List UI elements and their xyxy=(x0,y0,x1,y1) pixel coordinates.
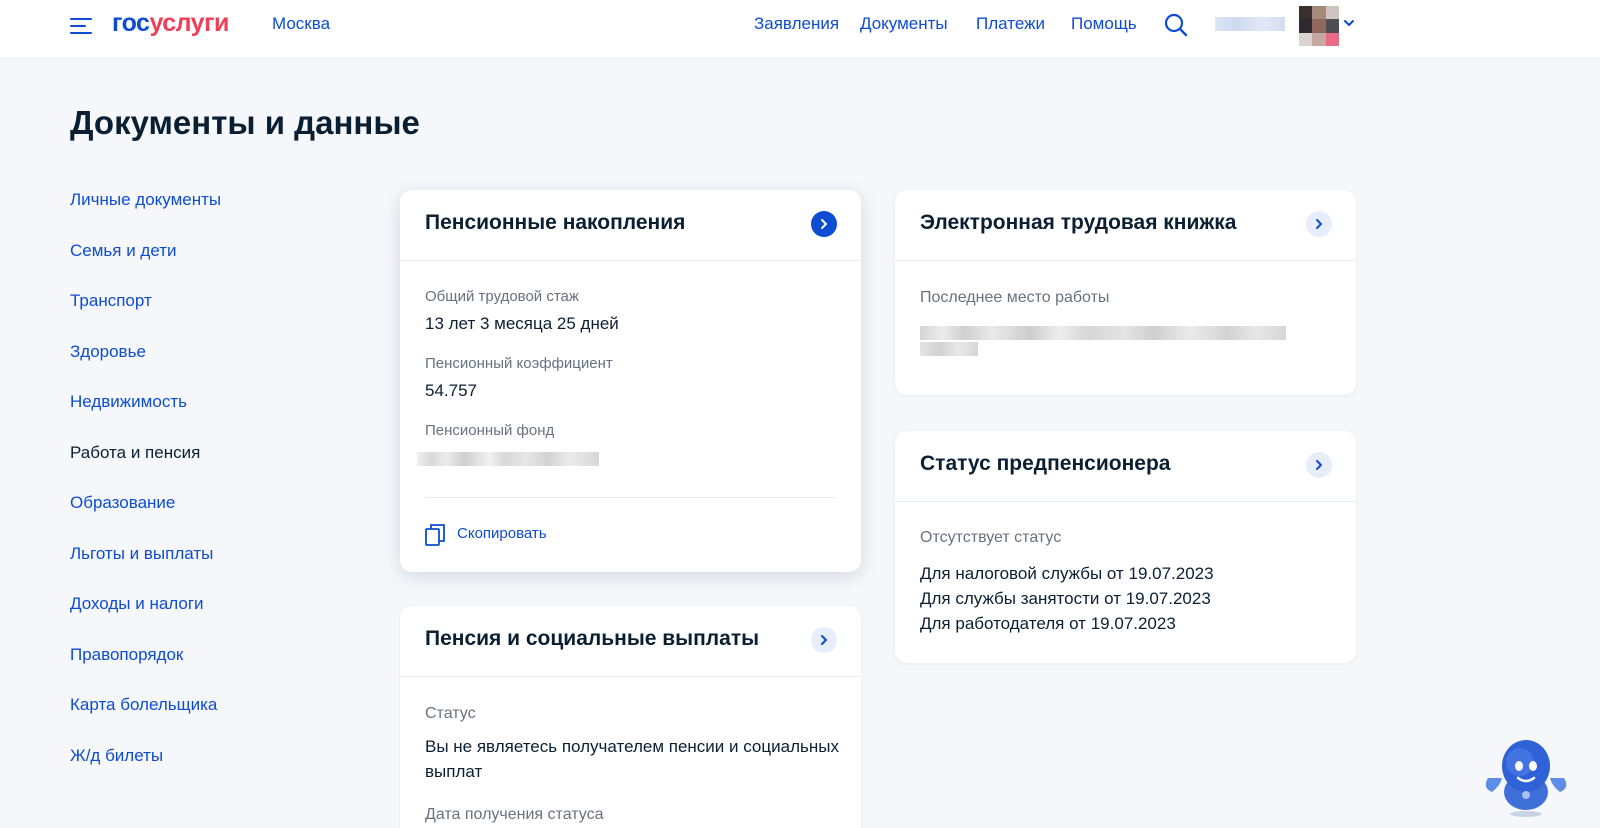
nav-payments[interactable]: Платежи xyxy=(976,14,1045,34)
card-divider xyxy=(425,497,836,498)
logo-part-gos: гос xyxy=(112,9,150,37)
last-job-label: Последнее место работы xyxy=(920,289,1110,306)
prepension-title: Статус предпенсионера xyxy=(920,452,1171,475)
work-book-header[interactable]: Электронная трудовая книжка xyxy=(895,190,1356,261)
search-icon[interactable] xyxy=(1163,12,1189,38)
pension-savings-title: Пенсионные накопления xyxy=(425,211,686,234)
last-job-redacted xyxy=(920,326,1286,340)
pension-payments-title: Пенсия и социальные выплаты xyxy=(425,627,760,650)
nav-documents[interactable]: Документы xyxy=(860,14,948,34)
prepension-status: Отсутствует статус xyxy=(920,529,1062,546)
sidebar-item-property[interactable]: Недвижимость xyxy=(70,392,187,412)
last-job-redacted-2 xyxy=(920,342,978,356)
sidebar-item-family[interactable]: Семья и дети xyxy=(70,241,177,261)
coefficient-value: 54.757 xyxy=(425,381,477,400)
prepension-line-employment: Для службы занятости от 19.07.2023 xyxy=(920,589,1211,608)
payments-status-value: Вы не являетесь получателем пенсии и соц… xyxy=(425,737,839,781)
user-name-redacted[interactable] xyxy=(1215,17,1285,31)
prepension-line-tax: Для налоговой службы от 19.07.2023 xyxy=(920,564,1214,583)
status-date-label: Дата получения статуса xyxy=(425,806,604,823)
prepension-header[interactable]: Статус предпенсионера xyxy=(895,431,1356,502)
sidebar-item-personal-documents[interactable]: Личные документы xyxy=(70,190,221,210)
sidebar-item-law[interactable]: Правопорядок xyxy=(70,645,183,665)
sidebar-item-train-tickets[interactable]: Ж/д билеты xyxy=(70,746,163,766)
logo-part-uslugi: услуги xyxy=(149,9,229,37)
fund-label: Пенсионный фонд xyxy=(425,422,555,439)
pension-payments-header[interactable]: Пенсия и социальные выплаты xyxy=(400,606,861,677)
fund-value-redacted xyxy=(417,452,599,466)
experience-value: 13 лет 3 месяца 25 дней xyxy=(425,314,619,333)
chevron-right-icon[interactable] xyxy=(811,627,837,653)
chevron-right-icon[interactable] xyxy=(811,211,837,237)
avatar[interactable] xyxy=(1299,6,1339,46)
payments-status-label: Статус xyxy=(425,705,476,722)
top-header: госуслуги Москва Заявления Документы Пла… xyxy=(0,0,1600,58)
copy-icon xyxy=(425,524,445,546)
sidebar-item-benefits[interactable]: Льготы и выплаты xyxy=(70,544,213,564)
chevron-right-icon[interactable] xyxy=(1306,452,1332,478)
assistant-robot-icon[interactable] xyxy=(1480,728,1572,820)
sidebar-item-income-taxes[interactable]: Доходы и налоги xyxy=(70,594,204,614)
experience-label: Общий трудовой стаж xyxy=(425,288,579,305)
chevron-down-icon[interactable] xyxy=(1343,16,1355,30)
work-book-title: Электронная трудовая книжка xyxy=(920,211,1237,234)
prepension-line-employer: Для работодателя от 19.07.2023 xyxy=(920,614,1176,633)
sidebar-item-health[interactable]: Здоровье xyxy=(70,342,146,362)
city-selector[interactable]: Москва xyxy=(272,14,330,34)
pension-savings-header[interactable]: Пенсионные накопления xyxy=(400,190,861,261)
pension-savings-card: Пенсионные накопления Общий трудовой ста… xyxy=(400,190,861,572)
prepension-card: Статус предпенсионера Отсутствует статус… xyxy=(895,431,1356,663)
copy-label: Скопировать xyxy=(457,525,547,542)
sidebar-item-fan-card[interactable]: Карта болельщика xyxy=(70,695,217,715)
nav-help[interactable]: Помощь xyxy=(1071,14,1137,34)
coefficient-label: Пенсионный коэффициент xyxy=(425,355,613,372)
page-title: Документы и данные xyxy=(70,104,420,141)
menu-icon[interactable] xyxy=(70,16,94,36)
sidebar-item-transport[interactable]: Транспорт xyxy=(70,291,152,311)
pension-payments-card: Пенсия и социальные выплаты Статус Вы не… xyxy=(400,606,861,828)
sidebar-item-education[interactable]: Образование xyxy=(70,493,175,513)
gosuslugi-logo[interactable]: госуслуги xyxy=(112,9,229,38)
work-book-card: Электронная трудовая книжка Последнее ме… xyxy=(895,190,1356,395)
chevron-right-icon[interactable] xyxy=(1306,211,1332,237)
nav-applications[interactable]: Заявления xyxy=(754,14,839,34)
sidebar-item-work-pension[interactable]: Работа и пенсия xyxy=(70,443,200,463)
copy-button[interactable]: Скопировать xyxy=(425,523,547,547)
